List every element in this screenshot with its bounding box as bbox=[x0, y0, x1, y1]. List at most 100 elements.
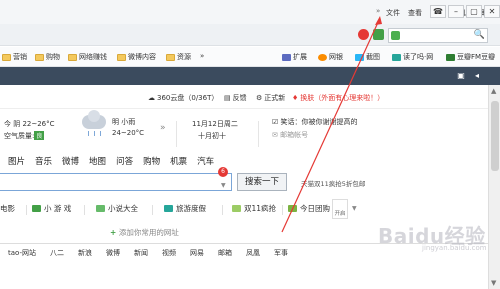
site-link[interactable]: 凤凰 bbox=[246, 248, 260, 258]
bookmark-label: 资源 bbox=[177, 53, 191, 61]
quick-links: 电影 小 游 戏 小说大全 旅游度假 双11疯抢 今日团购 开启 ▼ bbox=[0, 199, 488, 219]
lightning-icon[interactable] bbox=[373, 29, 384, 40]
scroll-thumb[interactable] bbox=[491, 101, 499, 171]
watermark-url: jingyan.baidu.com bbox=[422, 244, 487, 252]
bookmark-folder[interactable]: 微博内容 bbox=[117, 52, 156, 62]
version-label: 正式新 bbox=[264, 94, 286, 102]
toolbar-search-input[interactable]: 🔍 bbox=[388, 28, 488, 43]
tab-shopping[interactable]: 购物 bbox=[143, 155, 160, 167]
version-link[interactable]: ⚙ 正式新 bbox=[256, 93, 285, 103]
site-link[interactable]: 新浪 bbox=[78, 248, 92, 258]
coin-icon bbox=[318, 53, 327, 61]
screenshot-label: 截图 bbox=[366, 53, 380, 61]
mailbox-input[interactable]: ✉ 邮箱帐号 bbox=[272, 130, 308, 140]
add-site-label: 添加你常用的网址 bbox=[118, 228, 179, 237]
today-weather[interactable]: 今 阴 22~26°C bbox=[4, 119, 55, 129]
back-arrow-icon[interactable]: ◂ bbox=[472, 71, 482, 81]
bookmark-label: 营销 bbox=[13, 53, 27, 61]
quicklink-movies[interactable]: 电影 bbox=[0, 203, 15, 214]
search-engine-icon[interactable] bbox=[391, 31, 400, 40]
tomorrow-weather[interactable]: 明 小雨 bbox=[112, 117, 135, 127]
bookmark-label: 豆瓣FM豆瓣 bbox=[457, 53, 496, 61]
chat-icon: ▤ bbox=[224, 94, 231, 102]
tab-flights[interactable]: 机票 bbox=[170, 155, 187, 167]
divider bbox=[176, 121, 177, 147]
top-info-bar: ☁ 360云盘（0/36T） ▤ 反馈 ⚙ 正式新 ♦ 换肤（外面有心理来啦！） bbox=[0, 85, 488, 109]
enable-button[interactable]: 开启 bbox=[332, 199, 348, 219]
tab-images[interactable]: 图片 bbox=[8, 155, 25, 167]
bookmark-folder[interactable]: 网络赚钱 bbox=[68, 52, 107, 62]
site-link[interactable]: tao-网站 bbox=[8, 248, 36, 258]
cloud-disk-link[interactable]: ☁ 360云盘（0/36T） bbox=[148, 93, 218, 103]
close-button[interactable]: ✕ bbox=[484, 5, 500, 18]
site-link[interactable]: 网易 bbox=[190, 248, 204, 258]
bookmark-readit[interactable]: 读了吗·网 bbox=[392, 52, 433, 62]
site-link[interactable]: 军事 bbox=[274, 248, 288, 258]
scroll-up-icon[interactable]: ▲ bbox=[491, 87, 496, 95]
folder-icon bbox=[35, 53, 44, 61]
notification-badge: 6 bbox=[218, 167, 228, 177]
search-icon[interactable]: 🔍 bbox=[474, 30, 485, 40]
douban-icon bbox=[446, 53, 455, 61]
quicklink-label: 今日团购 bbox=[300, 204, 330, 213]
site-link[interactable]: 八二 bbox=[50, 248, 64, 258]
scroll-down-icon[interactable]: ▼ bbox=[491, 279, 496, 287]
joke-link[interactable]: ☑ 笑话：你被你谢谢提高的 bbox=[272, 117, 358, 127]
feedback-label: 反馈 bbox=[232, 94, 247, 102]
divider bbox=[152, 205, 153, 215]
main-search-input[interactable] bbox=[0, 173, 232, 191]
feedback-link[interactable]: ▤ 反馈 bbox=[224, 93, 247, 103]
tab-strip: ▣ ◂ bbox=[0, 67, 500, 85]
site-link[interactable]: 视频 bbox=[162, 248, 176, 258]
bookmark-doubanfm[interactable]: 豆瓣FM豆瓣 bbox=[446, 52, 495, 62]
quicklink-groupbuy[interactable]: 今日团购 bbox=[288, 203, 330, 214]
tab-music[interactable]: 音乐 bbox=[35, 155, 52, 167]
tab-qa[interactable]: 问答 bbox=[116, 155, 133, 167]
divider bbox=[282, 205, 283, 215]
search-dropdown-icon[interactable]: ▼ bbox=[221, 182, 226, 189]
maximize-button[interactable]: ▢ bbox=[466, 5, 482, 18]
search-category-tabs: 图片 音乐 微博 地图 问答 购物 机票 汽车 bbox=[0, 155, 214, 167]
menu-overflow-icon[interactable]: » bbox=[376, 7, 380, 15]
bookmark-folder[interactable]: 购物 bbox=[35, 52, 60, 62]
tab-weibo[interactable]: 微博 bbox=[62, 155, 79, 167]
search-button[interactable]: 搜索一下 bbox=[237, 173, 287, 191]
quicklink-novels[interactable]: 小说大全 bbox=[96, 203, 138, 214]
aqi-row: 空气质量: 良 bbox=[4, 131, 45, 141]
security-icon[interactable] bbox=[358, 29, 369, 40]
menu-file[interactable]: 文件 bbox=[386, 8, 400, 18]
minimize-button[interactable]: – bbox=[448, 5, 464, 18]
folder-icon bbox=[166, 53, 175, 61]
plus-icon: + bbox=[110, 228, 119, 237]
phone-icon[interactable]: ☎ bbox=[430, 5, 446, 18]
quicklink-games[interactable]: 小 游 戏 bbox=[32, 203, 71, 214]
extensions-button[interactable]: 扩展 bbox=[282, 52, 307, 62]
add-site-link[interactable]: + 添加你常用的网址 bbox=[110, 227, 179, 238]
menu-view[interactable]: 查看 bbox=[408, 8, 422, 18]
shirt-icon: ♦ bbox=[292, 94, 299, 102]
bookmark-folder[interactable]: 资源 bbox=[166, 52, 191, 62]
tab-cars[interactable]: 汽车 bbox=[197, 155, 214, 167]
skin-label: 换肤（外面有心理来啦！） bbox=[300, 94, 385, 102]
tab-list-icon[interactable]: ▣ bbox=[456, 71, 466, 81]
quicklink-travel[interactable]: 旅游度假 bbox=[164, 203, 206, 214]
cloud-label: 360云盘（0/36T） bbox=[157, 94, 219, 102]
aqi-label: 空气质量: bbox=[4, 132, 35, 140]
site-link[interactable]: 微博 bbox=[106, 248, 120, 258]
hot-search-link[interactable]: 天猫双11疯抢5折包邮 bbox=[301, 178, 365, 188]
bookmark-label: 读了吗·网 bbox=[403, 53, 434, 61]
bookmark-label: 网络赚钱 bbox=[79, 53, 107, 61]
quicklink-double11[interactable]: 双11疯抢 bbox=[232, 203, 276, 214]
mailbox-placeholder: 邮箱帐号 bbox=[280, 131, 309, 139]
bookmarks-overflow-icon[interactable]: » bbox=[200, 52, 204, 60]
bookmark-folder[interactable]: 营销 bbox=[2, 52, 27, 62]
change-skin-link[interactable]: ♦ 换肤（外面有心理来啦！） bbox=[292, 93, 384, 103]
raindrop bbox=[94, 131, 95, 136]
weather-more-icon[interactable]: » bbox=[160, 123, 166, 133]
netbank-button[interactable]: 网银 bbox=[318, 52, 343, 62]
chevron-down-icon[interactable]: ▼ bbox=[352, 205, 357, 212]
site-link[interactable]: 邮箱 bbox=[218, 248, 232, 258]
site-link[interactable]: 新闻 bbox=[134, 248, 148, 258]
screenshot-button[interactable]: 截图 bbox=[355, 52, 380, 62]
tab-map[interactable]: 地图 bbox=[89, 155, 106, 167]
